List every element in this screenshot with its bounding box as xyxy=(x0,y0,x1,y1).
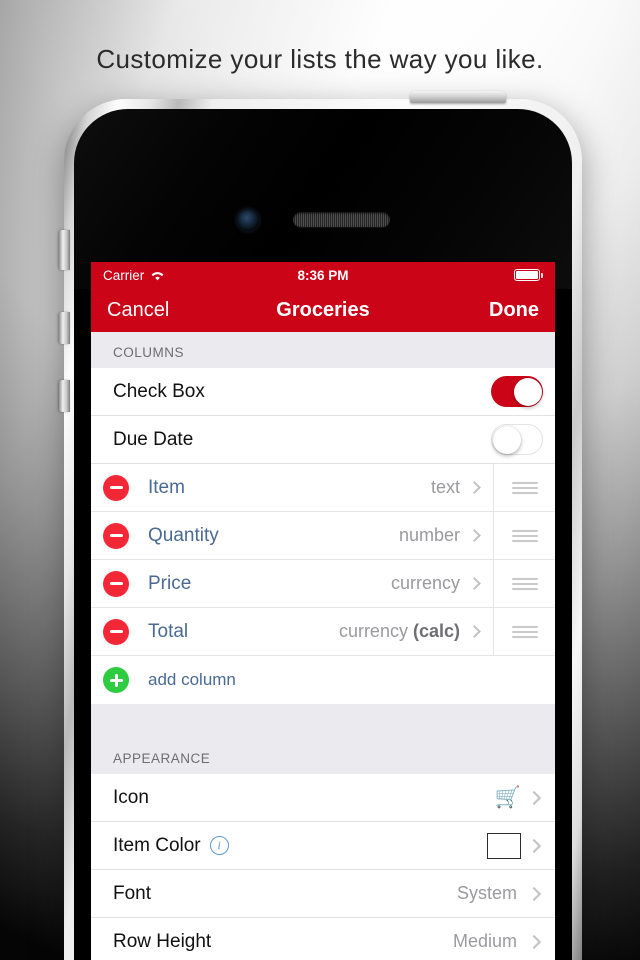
status-bar: Carrier 8:36 PM xyxy=(91,262,555,288)
silent-switch[interactable] xyxy=(59,230,70,270)
row-label: Due Date xyxy=(113,428,194,450)
settings-table: COLUMNS Check Box Due Date Item text Qua… xyxy=(91,332,555,960)
volume-down-button[interactable] xyxy=(59,380,70,412)
app-screen: Carrier 8:36 PM Cancel Groceries Done CO… xyxy=(91,262,555,960)
check-box-toggle[interactable] xyxy=(491,376,543,407)
chevron-right-icon xyxy=(526,886,542,901)
column-name: Item xyxy=(148,476,185,498)
table-row[interactable]: Quantity number xyxy=(91,512,555,560)
row-label: Item Color xyxy=(113,834,201,856)
marketing-headline: Customize your lists the way you like. xyxy=(96,44,544,74)
row-row-height[interactable]: Row Height Medium xyxy=(91,918,555,960)
row-check-box[interactable]: Check Box xyxy=(91,368,555,416)
add-column-label: add column xyxy=(148,670,236,689)
delete-icon[interactable] xyxy=(103,522,129,549)
shopping-cart-icon: 🛒 xyxy=(494,786,521,809)
table-row[interactable]: Price currency xyxy=(91,560,555,608)
color-swatch[interactable] xyxy=(487,832,521,859)
earpiece-speaker-icon xyxy=(293,212,390,227)
column-name: Price xyxy=(148,572,192,594)
delete-icon[interactable] xyxy=(103,618,129,645)
row-label: Icon xyxy=(113,786,149,808)
reorder-handle[interactable] xyxy=(493,560,555,607)
table-row[interactable]: Total currency (calc) xyxy=(91,608,555,656)
chevron-right-icon xyxy=(468,625,481,638)
cancel-button[interactable]: Cancel xyxy=(107,299,169,322)
table-row[interactable]: Item text xyxy=(91,464,555,512)
power-button[interactable] xyxy=(410,91,506,103)
chevron-right-icon xyxy=(468,529,481,542)
column-type-base: currency xyxy=(338,621,413,641)
row-value: System xyxy=(456,883,517,903)
delete-icon[interactable] xyxy=(103,474,129,501)
row-due-date[interactable]: Due Date xyxy=(91,416,555,464)
chevron-right-icon xyxy=(468,577,481,590)
row-item-color[interactable]: Item Color i xyxy=(91,822,555,870)
column-type: currency xyxy=(390,573,460,593)
row-label: Font xyxy=(113,882,152,904)
done-button[interactable]: Done xyxy=(489,299,539,322)
info-icon[interactable]: i xyxy=(209,836,229,855)
column-type: number xyxy=(398,525,460,545)
appearance-section-header: APPEARANCE xyxy=(91,738,555,774)
section-separator xyxy=(91,704,555,738)
row-value: Medium xyxy=(452,931,517,951)
volume-up-button[interactable] xyxy=(59,312,70,344)
toggle-knob xyxy=(492,425,521,454)
column-name: Quantity xyxy=(148,524,219,546)
status-bar-clock: 8:36 PM xyxy=(297,267,349,283)
column-type: currency (calc) xyxy=(339,621,460,642)
column-type: text xyxy=(430,477,460,497)
row-label: Check Box xyxy=(113,380,205,402)
front-camera-icon xyxy=(237,209,259,231)
column-name: Total xyxy=(148,620,189,642)
chevron-right-icon xyxy=(526,790,542,805)
column-type-calc: (calc) xyxy=(412,621,460,641)
navigation-bar: Cancel Groceries Done xyxy=(91,288,555,332)
chevron-right-icon xyxy=(468,481,481,494)
due-date-toggle[interactable] xyxy=(491,424,543,455)
add-icon[interactable] xyxy=(103,667,129,693)
row-font[interactable]: Font System xyxy=(91,870,555,918)
reorder-handle[interactable] xyxy=(493,608,555,655)
columns-section-header: COLUMNS xyxy=(91,332,555,368)
reorder-handle[interactable] xyxy=(493,464,555,511)
toggle-knob xyxy=(513,377,542,406)
phone-device-mockup: Carrier 8:36 PM Cancel Groceries Done CO… xyxy=(59,91,582,960)
chevron-right-icon xyxy=(526,934,542,949)
row-label: Row Height xyxy=(113,930,212,952)
delete-icon[interactable] xyxy=(103,570,129,597)
reorder-handle[interactable] xyxy=(493,512,555,559)
add-column-row[interactable]: add column xyxy=(91,656,555,704)
chevron-right-icon xyxy=(526,838,542,853)
row-icon[interactable]: Icon 🛒 xyxy=(91,774,555,822)
